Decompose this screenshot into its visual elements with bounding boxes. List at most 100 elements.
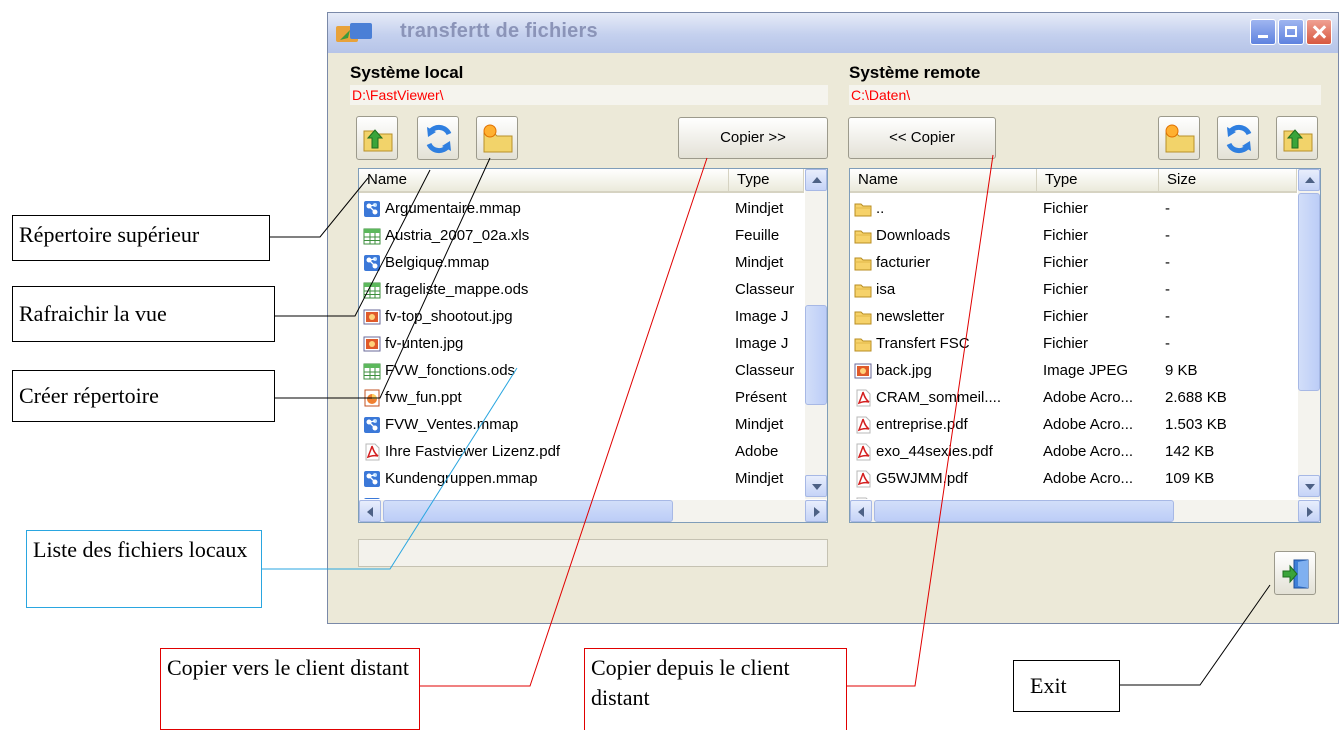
window-title: transfertt de fichiers (400, 20, 598, 42)
file-type: Adobe Acro... (1043, 416, 1134, 433)
list-item[interactable]: Ihre Fastviewer Lizenz.pdf Adobe (359, 438, 804, 465)
scroll-left-button[interactable] (359, 500, 381, 522)
list-item[interactable]: Transfert FSC Fichier - (850, 330, 1297, 357)
list-item[interactable]: frageliste_mappe.ods Classeur (359, 276, 804, 303)
scroll-right-button[interactable] (1298, 500, 1320, 522)
remote-horizontal-scrollbar[interactable] (850, 500, 1320, 522)
scroll-up-button[interactable] (805, 169, 827, 191)
column-header-type[interactable]: Type (1037, 169, 1159, 191)
copy-to-remote-button[interactable]: Copier >> (678, 117, 828, 159)
mindmap-file-icon (364, 255, 380, 271)
list-item[interactable]: Belgique.mmap Mindjet (359, 249, 804, 276)
scroll-right-button[interactable] (805, 500, 827, 522)
file-size: - (1165, 308, 1170, 325)
scroll-thumb[interactable] (874, 500, 1174, 522)
image-file-icon (363, 336, 381, 352)
folder-file-icon (854, 338, 872, 352)
list-item[interactable]: fvw_fun.ppt Présent (359, 384, 804, 411)
list-item[interactable]: entreprise.pdf Adobe Acro... 1.503 KB (850, 411, 1297, 438)
close-button[interactable] (1306, 19, 1332, 45)
scroll-down-button[interactable] (1298, 475, 1320, 497)
list-item[interactable]: back.jpg Image JPEG 9 KB (850, 357, 1297, 384)
local-create-dir-button[interactable] (476, 116, 518, 160)
spreadsheet-file-icon (363, 282, 381, 299)
local-file-list[interactable]: Name Type Argumentaire.mmap Mindjet Austri… (358, 168, 828, 523)
file-type: Fichier (1043, 254, 1089, 271)
list-item[interactable]: .. Fichier - (850, 195, 1297, 222)
maximize-button[interactable] (1278, 19, 1304, 45)
local-parent-dir-button[interactable] (356, 116, 398, 160)
scroll-thumb[interactable] (383, 500, 673, 522)
local-horizontal-scrollbar[interactable] (359, 500, 827, 522)
list-item[interactable]: Austria_2007_02a.xls Feuille (359, 222, 804, 249)
remote-parent-dir-button[interactable] (1276, 116, 1318, 160)
list-item[interactable]: Downloads Fichier - (850, 222, 1297, 249)
remote-refresh-button[interactable] (1217, 116, 1259, 160)
scroll-up-button[interactable] (1298, 169, 1320, 191)
pdf-file-icon (365, 443, 380, 461)
remote-vertical-scrollbar[interactable] (1298, 169, 1320, 499)
list-item[interactable]: facturier Fichier - (850, 249, 1297, 276)
list-item[interactable]: fv-top_shootout.jpg Image J (359, 303, 804, 330)
title-bar[interactable]: transfertt de fichiers (328, 13, 1338, 53)
exit-button[interactable] (1274, 551, 1316, 595)
minimize-button[interactable] (1250, 19, 1276, 45)
file-type: Mindjet (735, 492, 801, 499)
file-name: Loriot.mmap (385, 492, 725, 499)
file-name: Ihre Fastviewer Lizenz.pdf (385, 443, 561, 460)
list-item[interactable]: FVW_Ventes.mmap Mindjet (359, 411, 804, 438)
scroll-left-button[interactable] (850, 500, 872, 522)
refresh-icon (1226, 124, 1252, 154)
column-header-size[interactable]: Size (1159, 169, 1297, 191)
file-size: 9 KB (1165, 362, 1198, 379)
list-item[interactable]: isa Fichier - (850, 276, 1297, 303)
new-folder-icon (1165, 124, 1195, 153)
file-type: Classeur (735, 362, 795, 379)
list-item[interactable]: Guide_utilisateur.pdf Adobe Acro... 1.777 … (850, 492, 1297, 499)
list-item[interactable]: FVW_fonctions.ods Classeur (359, 357, 804, 384)
list-item[interactable]: Loriot.mmap Mindjet (359, 492, 804, 499)
list-item[interactable]: Argumentaire.mmap Mindjet (359, 195, 804, 222)
file-type: Adobe Acro... (1043, 470, 1134, 487)
remote-file-list[interactable]: Name Type Size .. Fichier - Downloads Fichie… (849, 168, 1321, 523)
list-item[interactable]: newsletter Fichier - (850, 303, 1297, 330)
image-file-icon (363, 309, 381, 325)
pdf-file-icon (856, 389, 871, 407)
callout-copy-from-remote: Copier depuis le client distant (584, 648, 847, 730)
list-item[interactable]: Kundengruppen.mmap Mindjet (359, 465, 804, 492)
list-item[interactable]: exo_44sexies.pdf Adobe Acro... 142 KB (850, 438, 1297, 465)
file-size: 1.777 KB (1165, 492, 1293, 499)
remote-list-body: .. Fichier - Downloads Fichier - facturier Fich… (850, 193, 1297, 499)
list-item[interactable]: G5WJMM.pdf Adobe Acro... 109 KB (850, 465, 1297, 492)
file-type: Fichier (1043, 200, 1089, 217)
local-refresh-button[interactable] (417, 116, 459, 160)
list-item[interactable]: fv-unten.jpg Image J (359, 330, 804, 357)
file-name: FVW_fonctions.ods (385, 362, 516, 379)
column-header-type[interactable]: Type (729, 169, 804, 191)
remote-path-field: C:\Daten\ (849, 85, 1321, 105)
callout-local-file-list: Liste des fichiers locaux (26, 530, 262, 608)
file-type: Image JPEG (1043, 362, 1129, 379)
file-type: Fichier (1043, 281, 1089, 298)
file-name: exo_44sexies.pdf (876, 443, 993, 460)
column-header-name[interactable]: Name (359, 169, 729, 191)
pdf-file-icon (856, 470, 871, 488)
column-header-name[interactable]: Name (850, 169, 1037, 191)
remote-create-dir-button[interactable] (1158, 116, 1200, 160)
file-name: isa (876, 281, 896, 298)
file-type: Mindjet (735, 200, 784, 217)
list-item[interactable]: CRAM_sommeil.... Adobe Acro... 2.688 KB (850, 384, 1297, 411)
scroll-down-button[interactable] (805, 475, 827, 497)
scroll-thumb[interactable] (805, 305, 827, 405)
local-path-field: D:\FastViewer\ (350, 85, 828, 105)
file-name: Guide_utilisateur.pdf (876, 492, 1034, 499)
copy-from-remote-button[interactable]: << Copier (848, 117, 996, 159)
file-name: facturier (876, 254, 931, 271)
file-name: entreprise.pdf (876, 416, 968, 433)
local-vertical-scrollbar[interactable] (805, 169, 827, 499)
file-name: .. (876, 200, 885, 217)
scroll-thumb[interactable] (1298, 193, 1320, 391)
mindmap-file-icon (364, 417, 380, 433)
file-type: Adobe Acro... (1043, 492, 1155, 499)
folder-file-icon (854, 203, 872, 217)
